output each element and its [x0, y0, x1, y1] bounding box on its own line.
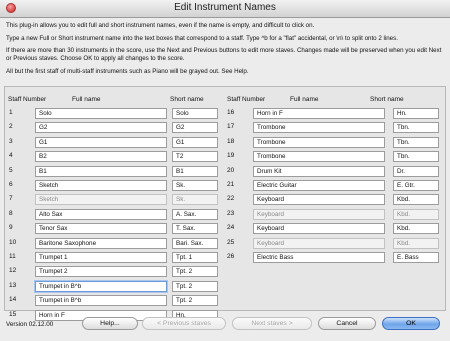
short-name-input[interactable]: E. Bass: [393, 252, 439, 263]
full-name-input[interactable]: Sketch: [35, 180, 167, 191]
full-name-input[interactable]: Horn in F: [253, 108, 385, 119]
instructions-paragraph-3: If there are more than 30 instruments in…: [6, 47, 442, 62]
header-short-name-right: Short name: [370, 96, 404, 103]
full-name-input[interactable]: Alto Sax: [35, 209, 167, 220]
staff-number: 18: [227, 138, 235, 145]
short-name-input[interactable]: Kbd.: [393, 238, 439, 249]
staff-number: 14: [9, 296, 17, 303]
full-name-input[interactable]: Drum Kit: [253, 166, 385, 177]
full-name-input[interactable]: Keyboard: [253, 223, 385, 234]
short-name-input[interactable]: Tbn.: [393, 151, 439, 162]
short-name-input[interactable]: Sk.: [172, 194, 218, 205]
staff-number: 20: [227, 167, 235, 174]
staff-number: 5: [9, 167, 13, 174]
short-name-input[interactable]: Bari. Sax.: [172, 238, 218, 249]
short-name-input[interactable]: Tpt. 2: [172, 295, 218, 306]
full-name-input[interactable]: Trombone: [253, 151, 385, 162]
edit-instrument-names-window: Edit Instrument Names This plug-in allow…: [0, 0, 450, 341]
full-name-input[interactable]: Trumpet 1: [35, 252, 167, 263]
staff-number: 21: [227, 181, 235, 188]
title-bar: Edit Instrument Names: [0, 0, 450, 18]
version-label: Version 02.12.00: [6, 321, 54, 328]
short-name-input[interactable]: Kbd.: [393, 223, 439, 234]
full-name-input[interactable]: B2: [35, 151, 167, 162]
cancel-button[interactable]: Cancel: [318, 317, 376, 330]
full-name-input[interactable]: G1: [35, 137, 167, 148]
instructions: This plug-in allows you to edit full and…: [6, 22, 446, 80]
staff-number: 4: [9, 152, 13, 159]
full-name-input[interactable]: Trumpet in B^b: [35, 281, 167, 292]
short-name-input[interactable]: Dr.: [393, 166, 439, 177]
header-full-name-right: Full name: [290, 96, 319, 103]
staff-number: 15: [9, 311, 17, 318]
staff-number: 10: [9, 239, 17, 246]
staff-number: 13: [9, 282, 17, 289]
help-button[interactable]: Help...: [82, 317, 138, 330]
short-name-input[interactable]: B1: [172, 166, 218, 177]
full-name-input[interactable]: Keyboard: [253, 209, 385, 220]
full-name-input[interactable]: Trumpet 2: [35, 266, 167, 277]
header-staff-number-right: Staff Number: [227, 96, 266, 103]
short-name-input[interactable]: Hn.: [393, 108, 439, 119]
previous-staves-button[interactable]: < Previous staves: [142, 317, 226, 330]
short-name-input[interactable]: Tbn.: [393, 122, 439, 133]
header-short-name-left: Short name: [170, 96, 204, 103]
full-name-input[interactable]: Electric Bass: [253, 252, 385, 263]
staff-number: 3: [9, 138, 13, 145]
staff-number: 2: [9, 123, 13, 130]
short-name-input[interactable]: Tpt. 2: [172, 281, 218, 292]
full-name-input[interactable]: Electric Guitar: [253, 180, 385, 191]
full-name-input[interactable]: G2: [35, 122, 167, 133]
staff-number: 6: [9, 181, 13, 188]
staff-number: 7: [9, 195, 13, 202]
staff-number: 23: [227, 210, 235, 217]
short-name-input[interactable]: Kbd.: [393, 194, 439, 205]
instructions-paragraph-2: Type a new Full or Short instrument name…: [6, 34, 398, 42]
short-name-input[interactable]: Sk.: [172, 180, 218, 191]
full-name-input[interactable]: Keyboard: [253, 194, 385, 205]
full-name-input[interactable]: Solo: [35, 108, 167, 119]
short-name-input[interactable]: E. Gtr.: [393, 180, 439, 191]
staff-number: 11: [9, 253, 16, 260]
short-name-input[interactable]: Tpt. 2: [172, 266, 218, 277]
next-staves-button[interactable]: Next staves >: [232, 317, 312, 330]
short-name-input[interactable]: T. Sax.: [172, 223, 218, 234]
full-name-input[interactable]: Trombone: [253, 122, 385, 133]
instructions-paragraph-4: All but the first staff of multi-staff i…: [6, 67, 249, 75]
short-name-input[interactable]: Kbd.: [393, 209, 439, 220]
staff-number: 8: [9, 210, 13, 217]
staff-number: 17: [227, 123, 235, 130]
short-name-input[interactable]: Tpt. 1: [172, 252, 218, 263]
full-name-input[interactable]: B1: [35, 166, 167, 177]
header-staff-number-left: Staff Number: [8, 96, 47, 103]
staff-number: 12: [9, 267, 17, 274]
staff-number: 9: [9, 224, 13, 231]
full-name-input[interactable]: Baritone Saxophone: [35, 238, 167, 249]
staff-number: 22: [227, 195, 235, 202]
staff-number: 19: [227, 152, 235, 159]
short-name-input[interactable]: Tbn.: [393, 137, 439, 148]
window-title: Edit Instrument Names: [174, 2, 276, 13]
staff-number: 25: [227, 239, 235, 246]
full-name-input[interactable]: Trombone: [253, 137, 385, 148]
short-name-input[interactable]: G1: [172, 137, 218, 148]
full-name-input[interactable]: Tenor Sax: [35, 223, 167, 234]
short-name-input[interactable]: Solo: [172, 108, 218, 119]
instructions-paragraph-1: This plug-in allows you to edit full and…: [6, 22, 315, 29]
full-name-input[interactable]: Sketch: [35, 194, 167, 205]
staff-number: 1: [9, 109, 13, 116]
short-name-input[interactable]: T2: [172, 151, 218, 162]
short-name-input[interactable]: G2: [172, 122, 218, 133]
staff-number: 16: [227, 109, 235, 116]
full-name-input[interactable]: Keyboard: [253, 238, 385, 249]
staff-number: 26: [227, 253, 235, 260]
full-name-input[interactable]: Trumpet in B^b: [35, 295, 167, 306]
short-name-input[interactable]: A. Sax.: [172, 209, 218, 220]
staff-number: 24: [227, 224, 235, 231]
header-full-name-left: Full name: [72, 96, 101, 103]
ok-button[interactable]: OK: [382, 317, 440, 330]
